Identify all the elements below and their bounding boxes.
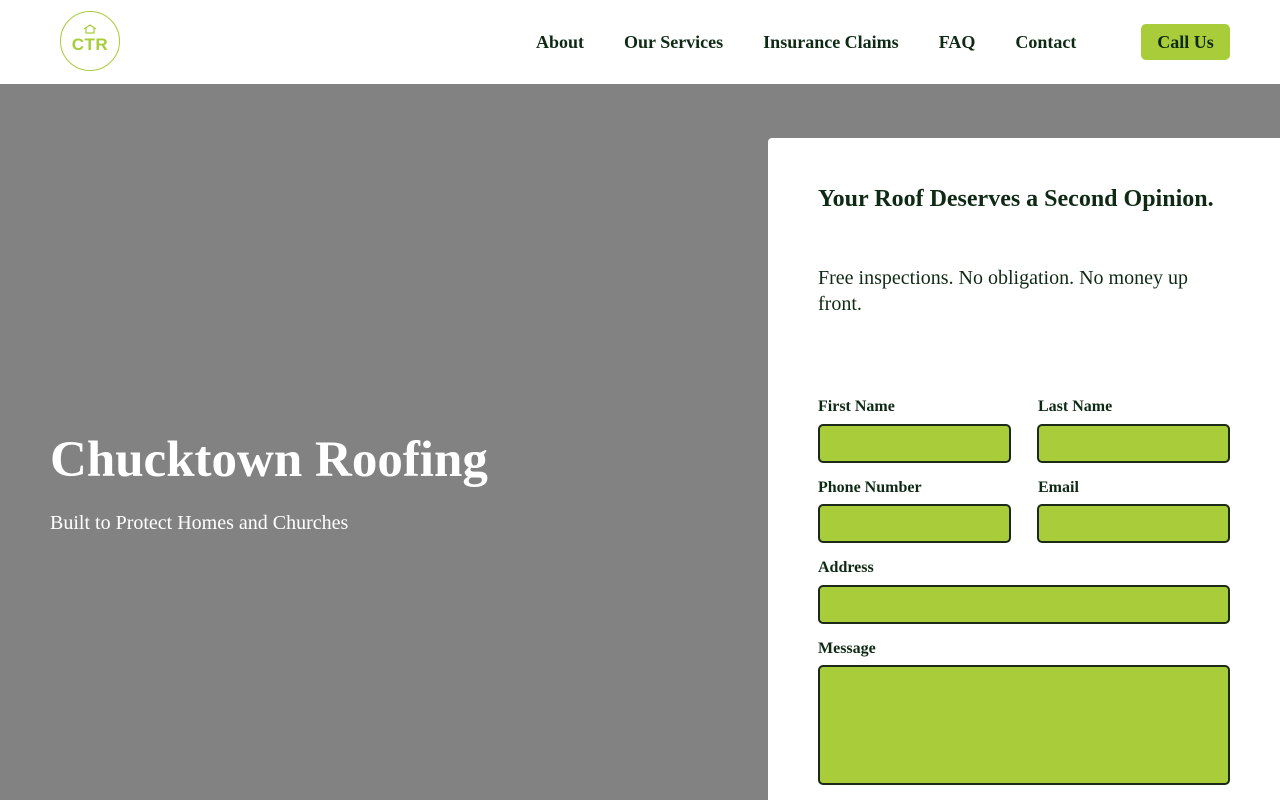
email-input[interactable] [1037, 504, 1230, 543]
contact-form-card: Your Roof Deserves a Second Opinion. Fre… [768, 138, 1280, 800]
form-heading: Your Roof Deserves a Second Opinion. [818, 186, 1214, 212]
hero-subtitle: Built to Protect Homes and Churches [50, 512, 349, 534]
phone-input[interactable] [818, 504, 1011, 543]
site-header: CTR About Our Services Insurance Claims … [0, 0, 1280, 84]
address-input[interactable] [818, 585, 1230, 624]
last-name-input[interactable] [1037, 424, 1230, 463]
message-textarea[interactable] [818, 665, 1230, 785]
logo[interactable]: CTR [60, 11, 120, 71]
nav-link-insurance-claims[interactable]: Insurance Claims [763, 31, 899, 53]
address-label: Address [818, 559, 874, 576]
nav-link-faq[interactable]: FAQ [939, 31, 976, 53]
email-label: Email [1038, 479, 1079, 496]
message-label: Message [818, 640, 876, 657]
call-us-button[interactable]: Call Us [1141, 24, 1230, 60]
form-intro: Free inspections. No obligation. No mone… [818, 267, 1188, 315]
nav-link-about[interactable]: About [536, 31, 584, 53]
logo-text: CTR [71, 35, 109, 54]
house-icon [83, 24, 97, 34]
nav-link-our-services[interactable]: Our Services [624, 31, 723, 53]
nav-link-contact[interactable]: Contact [1015, 31, 1076, 53]
phone-label: Phone Number [818, 479, 922, 496]
hero-title: Chucktown Roofing [50, 432, 488, 488]
last-name-label: Last Name [1038, 398, 1113, 415]
first-name-label: First Name [818, 398, 895, 415]
first-name-input[interactable] [818, 424, 1011, 463]
main-nav: About Our Services Insurance Claims FAQ … [536, 31, 1076, 53]
